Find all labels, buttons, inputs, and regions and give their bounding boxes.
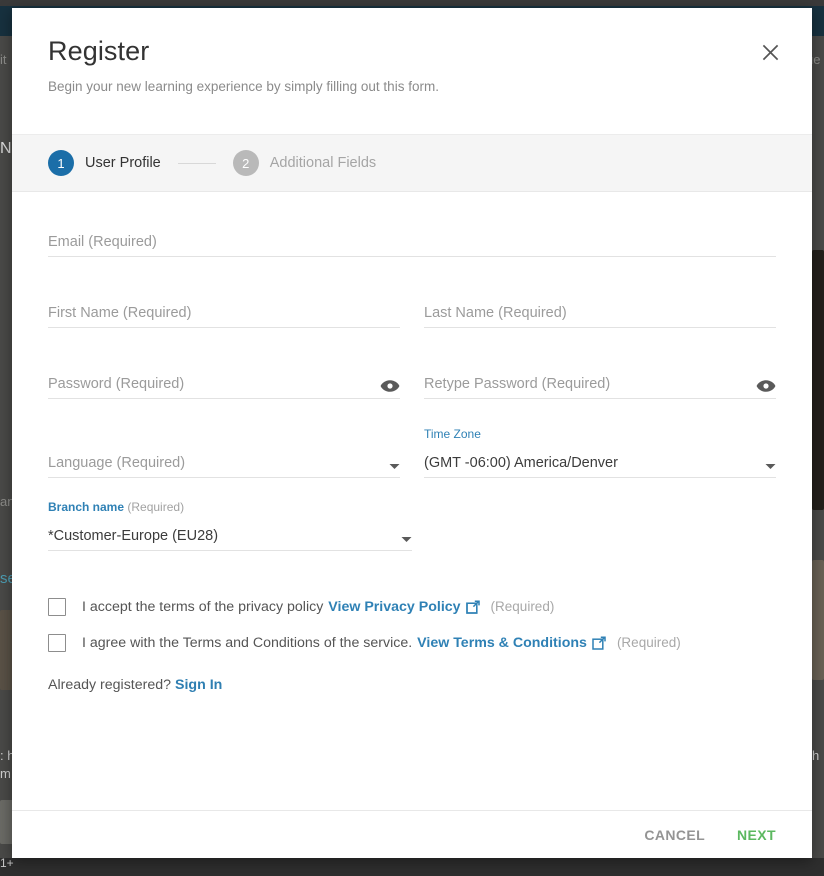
language-placeholder: Language (Required): [48, 455, 186, 471]
step-badge-1: 1: [48, 150, 74, 176]
time-zone-select[interactable]: Time Zone (GMT -06:00) America/Denver: [424, 427, 776, 478]
eye-icon[interactable]: [756, 379, 776, 393]
retype-password-field[interactable]: Retype Password (Required): [424, 368, 776, 399]
step-label-additional-fields: Additional Fields: [269, 155, 377, 171]
form-row-password: Password (Required) Retype Password (Req…: [48, 368, 776, 399]
terms-text: I agree with the Terms and Conditions of…: [82, 633, 681, 653]
chevron-down-icon[interactable]: [765, 463, 776, 472]
register-modal: Register Begin your new learning experie…: [12, 8, 812, 858]
branch-name-value: *Customer-Europe (EU28): [48, 528, 219, 544]
background-text: it: [0, 52, 7, 67]
modal-header: Register Begin your new learning experie…: [12, 8, 812, 134]
time-zone-value: (GMT -06:00) America/Denver: [424, 455, 618, 471]
branch-name-required: (Required): [127, 500, 185, 514]
privacy-policy-required: (Required): [490, 599, 555, 614]
background-text: 1+: [0, 856, 14, 870]
first-name-placeholder: First Name (Required): [48, 305, 192, 321]
register-form: Email (Required) First Name (Required) L…: [12, 192, 812, 812]
background-thumbnail: [812, 560, 824, 680]
branch-row-spacer: [436, 500, 776, 551]
password-placeholder: Password (Required): [48, 376, 185, 392]
background-text: m: [0, 766, 11, 781]
view-privacy-policy-link[interactable]: View Privacy Policy: [328, 597, 460, 617]
background-text: N: [0, 140, 12, 157]
background-text: h: [812, 748, 820, 763]
branch-name-label-wrap: Branch name (Required): [48, 500, 412, 514]
branch-name-select[interactable]: Branch name (Required) *Customer-Europe …: [48, 500, 412, 551]
chevron-down-icon[interactable]: [401, 536, 412, 545]
already-registered-prompt: Already registered?: [48, 677, 172, 693]
language-select[interactable]: Language (Required): [48, 427, 400, 478]
last-name-placeholder: Last Name (Required): [424, 305, 567, 321]
time-zone-label: Time Zone: [424, 427, 481, 441]
close-icon[interactable]: [756, 38, 784, 66]
chevron-down-icon[interactable]: [389, 463, 400, 472]
page-title: Register: [48, 36, 150, 66]
terms-label: I agree with the Terms and Conditions of…: [82, 635, 413, 651]
form-row-name: First Name (Required) Last Name (Require…: [48, 297, 776, 328]
terms-consent-row: I agree with the Terms and Conditions of…: [48, 633, 776, 653]
retype-password-placeholder: Retype Password (Required): [424, 376, 611, 392]
form-row-email: Email (Required): [48, 226, 776, 257]
cancel-button[interactable]: CANCEL: [632, 821, 717, 849]
step-user-profile[interactable]: 1 User Profile: [48, 150, 161, 176]
first-name-field[interactable]: First Name (Required): [48, 297, 400, 328]
external-link-icon[interactable]: [465, 600, 480, 614]
privacy-policy-label: I accept the terms of the privacy policy: [82, 599, 324, 615]
branch-name-label: Branch name: [48, 500, 125, 514]
step-badge-2: 2: [232, 150, 259, 176]
terms-checkbox[interactable]: [48, 634, 66, 652]
background-bottom-strip: [0, 858, 824, 876]
sign-in-link[interactable]: Sign In: [175, 677, 222, 693]
step-additional-fields[interactable]: 2 Additional Fields: [232, 150, 377, 176]
next-button[interactable]: NEXT: [725, 821, 788, 849]
step-label-user-profile: User Profile: [85, 155, 161, 171]
view-terms-link[interactable]: View Terms & Conditions: [417, 633, 587, 653]
form-row-branch: Branch name (Required) *Customer-Europe …: [48, 500, 776, 551]
step-connector: [177, 162, 216, 164]
external-link-icon[interactable]: [592, 636, 606, 650]
modal-subtitle: Begin your new learning experience by si…: [48, 79, 439, 94]
password-field[interactable]: Password (Required): [48, 368, 400, 399]
email-placeholder: Email (Required): [48, 234, 157, 250]
terms-required: (Required): [616, 635, 681, 650]
eye-icon[interactable]: [380, 379, 400, 393]
background-thumbnail: [812, 250, 824, 510]
privacy-policy-consent-row: I accept the terms of the privacy policy…: [48, 597, 776, 617]
wizard-stepper: 1 User Profile 2 Additional Fields: [12, 134, 812, 192]
privacy-policy-checkbox[interactable]: [48, 598, 66, 616]
last-name-field[interactable]: Last Name (Required): [424, 297, 776, 328]
modal-footer: CANCEL NEXT: [12, 810, 812, 858]
privacy-policy-text: I accept the terms of the privacy policy…: [82, 597, 554, 617]
form-row-locale: Language (Required) Time Zone (GMT -06:0…: [48, 427, 776, 478]
already-registered-row: Already registered? Sign In: [48, 677, 776, 693]
email-field[interactable]: Email (Required): [48, 226, 776, 257]
